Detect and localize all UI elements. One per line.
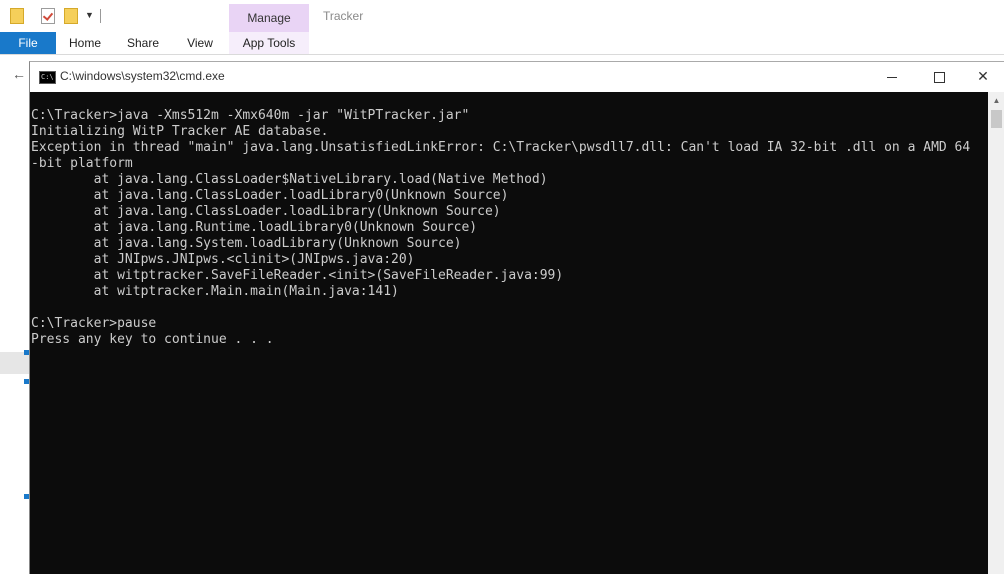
console-line: at java.lang.ClassLoader$NativeLibrary.l…: [31, 172, 548, 187]
cmd-icon-label: C:\: [41, 73, 54, 81]
console-line: C:\Tracker>java -Xms512m -Xmx640m -jar "…: [31, 108, 470, 123]
vertical-scrollbar[interactable]: ▲: [988, 92, 1004, 574]
tab-app-tools[interactable]: App Tools: [229, 32, 309, 54]
cmd-window: C:\ C:\windows\system32\cmd.exe ✕ C:\Tra…: [29, 61, 1004, 574]
console-line: Press any key to continue . . .: [31, 332, 274, 347]
console-line: at java.lang.ClassLoader.loadLibrary(Unk…: [31, 204, 501, 219]
console-line: Initializing WitP Tracker AE database.: [31, 124, 329, 139]
folder-icon[interactable]: [10, 8, 24, 24]
navigation-pane: [0, 92, 30, 573]
scroll-thumb[interactable]: [991, 110, 1002, 128]
cmd-icon[interactable]: C:\: [39, 71, 56, 84]
console-line: at java.lang.Runtime.loadLibrary0(Unknow…: [31, 220, 478, 235]
cmd-titlebar[interactable]: C:\ C:\windows\system32\cmd.exe ✕: [30, 62, 1004, 92]
explorer-title: Tracker: [323, 9, 364, 23]
ribbon-tabs: File Home Share View App Tools: [0, 32, 1004, 55]
nav-selected-item[interactable]: [0, 352, 30, 374]
quick-access-toolbar: ▼ Manage Tracker: [0, 0, 1004, 32]
back-arrow-icon[interactable]: ←: [12, 66, 26, 82]
console-output[interactable]: C:\Tracker>java -Xms512m -Xmx640m -jar "…: [30, 92, 988, 574]
tab-view[interactable]: View: [176, 32, 224, 54]
console-line: C:\Tracker>pause: [31, 316, 157, 331]
tab-file[interactable]: File: [0, 32, 56, 54]
tab-share[interactable]: Share: [118, 32, 168, 54]
console-line: at java.lang.System.loadLibrary(Unknown …: [31, 236, 462, 251]
customize-dropdown-icon[interactable]: ▼: [85, 10, 94, 20]
minimize-icon: [887, 76, 897, 78]
console-line: Exception in thread "main" java.lang.Uns…: [31, 140, 971, 155]
console-line: at JNIpws.JNIpws.<clinit>(JNIpws.java:20…: [31, 252, 415, 267]
console-line: at witptracker.Main.main(Main.java:141): [31, 284, 399, 299]
window-title: C:\windows\system32\cmd.exe: [60, 69, 225, 83]
console-line: at witptracker.SaveFileReader.<init>(Sav…: [31, 268, 564, 283]
terminal-text: C:\Tracker>java -Xms512m -Xmx640m -jar "…: [30, 92, 988, 348]
tab-manage[interactable]: Manage: [229, 4, 309, 32]
close-button[interactable]: ✕: [960, 62, 1004, 92]
console-line: -bit platform: [31, 156, 133, 171]
console-line: at java.lang.ClassLoader.loadLibrary0(Un…: [31, 188, 509, 203]
close-icon: ✕: [977, 68, 989, 84]
tab-home[interactable]: Home: [60, 32, 110, 54]
maximize-icon: [933, 71, 945, 83]
minimize-button[interactable]: [869, 62, 915, 92]
properties-check-icon[interactable]: [41, 8, 55, 24]
toolbar-divider: [100, 9, 101, 23]
new-folder-icon[interactable]: [64, 8, 78, 24]
scroll-up-arrow-icon[interactable]: ▲: [988, 92, 1004, 109]
maximize-button[interactable]: [916, 62, 962, 92]
